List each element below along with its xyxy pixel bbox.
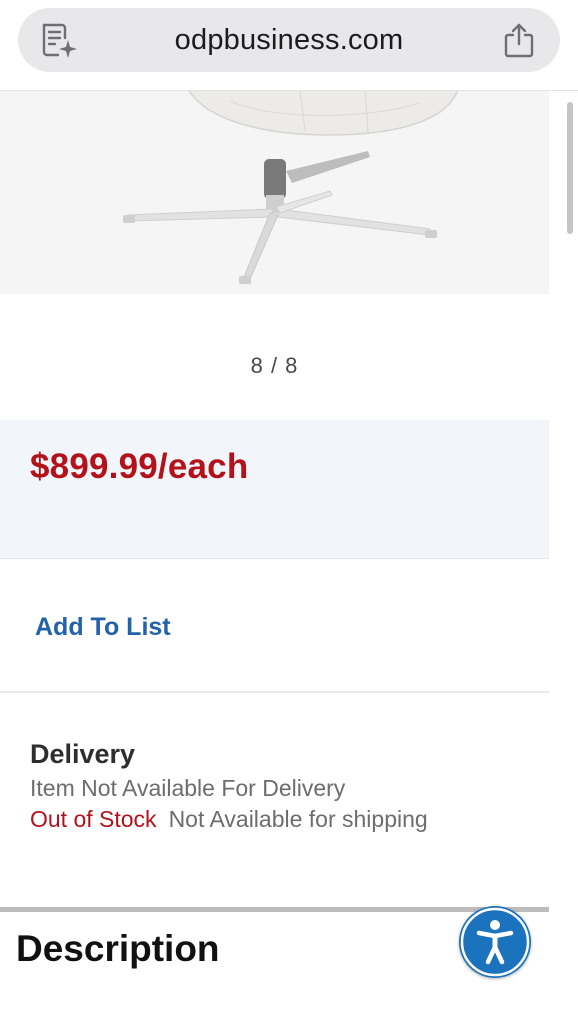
page-scrollbar[interactable] <box>567 102 573 234</box>
url-text[interactable]: odpbusiness.com <box>18 8 560 72</box>
delivery-availability: Item Not Available For Delivery <box>30 775 346 801</box>
add-to-list-button[interactable]: Add To List <box>35 613 171 642</box>
stock-line: Out of Stock Not Available for shipping <box>30 806 428 833</box>
address-bar[interactable]: odpbusiness.com <box>18 8 560 72</box>
product-page: odpbusiness.com 8 / 8 $899.99/each Add T… <box>0 0 578 1020</box>
share-icon[interactable] <box>502 22 536 58</box>
product-price: $899.99/each <box>30 447 249 486</box>
accessibility-button[interactable] <box>459 906 531 978</box>
product-image[interactable] <box>0 91 549 294</box>
browser-toolbar: odpbusiness.com <box>0 0 578 91</box>
price-panel: $899.99/each <box>0 420 549 559</box>
chair-image <box>123 91 458 284</box>
stock-status: Out of Stock <box>30 806 157 832</box>
accessibility-icon <box>460 907 530 977</box>
delivery-heading: Delivery <box>30 739 136 769</box>
divider <box>0 691 549 693</box>
shipping-status: Not Available for shipping <box>168 806 428 832</box>
image-counter: 8 / 8 <box>250 353 299 378</box>
description-heading[interactable]: Description <box>16 928 220 970</box>
